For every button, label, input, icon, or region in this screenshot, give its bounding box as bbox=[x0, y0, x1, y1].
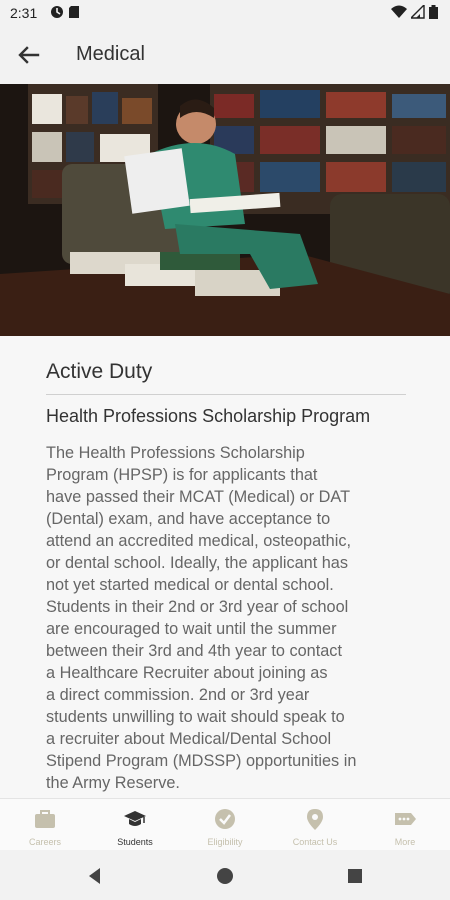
description-line: have passed their MCAT (Medical) or DAT bbox=[46, 488, 351, 506]
nav-item-contact-us[interactable]: Contact Us bbox=[270, 799, 360, 851]
data-saver-icon bbox=[51, 6, 63, 18]
nav-label: Students bbox=[117, 837, 153, 847]
section-title: Active Duty bbox=[46, 360, 153, 383]
system-recents-button[interactable] bbox=[344, 865, 366, 887]
hero-image bbox=[0, 84, 450, 336]
nav-item-students[interactable]: Students bbox=[90, 799, 180, 851]
description-line: are encouraged to wait until the summer bbox=[46, 620, 337, 638]
back-triangle-icon bbox=[89, 868, 100, 884]
wifi-icon bbox=[391, 5, 407, 18]
status-time: 2:31 bbox=[10, 5, 38, 21]
program-title: Health Professions Scholarship Program bbox=[46, 406, 371, 426]
sd-card-icon bbox=[69, 6, 79, 18]
signal-icon bbox=[411, 5, 425, 19]
app-bar: Medical bbox=[0, 26, 450, 84]
description-line: students unwilling to wait should speak … bbox=[46, 708, 345, 726]
nav-label: More bbox=[394, 837, 416, 847]
arrow-back-icon bbox=[18, 46, 40, 64]
program-description: The Health Professions Scholarship Progr… bbox=[46, 442, 408, 794]
graduation-cap-icon bbox=[124, 811, 146, 826]
divider bbox=[46, 394, 406, 395]
description-line: or dental school. Ideally, the applicant… bbox=[46, 554, 348, 572]
status-left-icons bbox=[50, 5, 80, 19]
library-scene-image bbox=[0, 84, 450, 336]
description-line: not yet started medical or dental school… bbox=[46, 576, 334, 594]
status-right-icons bbox=[391, 5, 438, 19]
page-title: Medical bbox=[76, 43, 145, 65]
description-line: a direct commission. 2nd or 3rd year bbox=[46, 686, 310, 704]
description-line: Program (HPSP) is for applicants that bbox=[46, 466, 318, 484]
description-line: attend an accredited medical, osteopathi… bbox=[46, 532, 352, 550]
system-navigation-bar bbox=[0, 850, 450, 900]
location-pin-icon bbox=[307, 809, 323, 830]
description-line: Students in their 2nd or 3rd year of sch… bbox=[46, 598, 349, 616]
nav-label: Eligibility bbox=[207, 837, 243, 847]
description-line: the Army Reserve. bbox=[46, 774, 180, 792]
description-line: a Healthcare Recruiter about joining as bbox=[46, 664, 328, 682]
check-badge-icon bbox=[215, 809, 235, 829]
battery-icon bbox=[429, 5, 438, 19]
description-line: between their 3rd and 4th year to contac… bbox=[46, 642, 342, 660]
nav-label: Careers bbox=[28, 837, 61, 847]
back-button[interactable] bbox=[14, 40, 44, 70]
more-tag-icon bbox=[395, 813, 416, 825]
system-back-button[interactable] bbox=[84, 865, 106, 887]
status-bar: 2:31 bbox=[0, 0, 450, 26]
home-circle-icon bbox=[217, 868, 233, 884]
system-home-button[interactable] bbox=[214, 865, 236, 887]
description-line: The Health Professions Scholarship bbox=[46, 444, 305, 462]
briefcase-icon bbox=[35, 810, 55, 828]
recents-square-icon bbox=[348, 869, 362, 883]
bottom-navigation: Careers Students Eligibility Contact Us … bbox=[0, 798, 450, 851]
description-line: (Dental) exam, and have acceptance to bbox=[46, 510, 331, 528]
content-card: Active Duty Health Professions Scholarsh… bbox=[0, 336, 450, 798]
nav-label: Contact Us bbox=[292, 837, 338, 847]
nav-item-eligibility[interactable]: Eligibility bbox=[180, 799, 270, 851]
description-line: a recruiter about Medical/Dental School bbox=[46, 730, 332, 748]
description-line: Stipend Program (MDSSP) opportunities in bbox=[46, 752, 357, 770]
nav-item-more[interactable]: More bbox=[360, 799, 450, 851]
nav-item-careers[interactable]: Careers bbox=[0, 799, 90, 851]
